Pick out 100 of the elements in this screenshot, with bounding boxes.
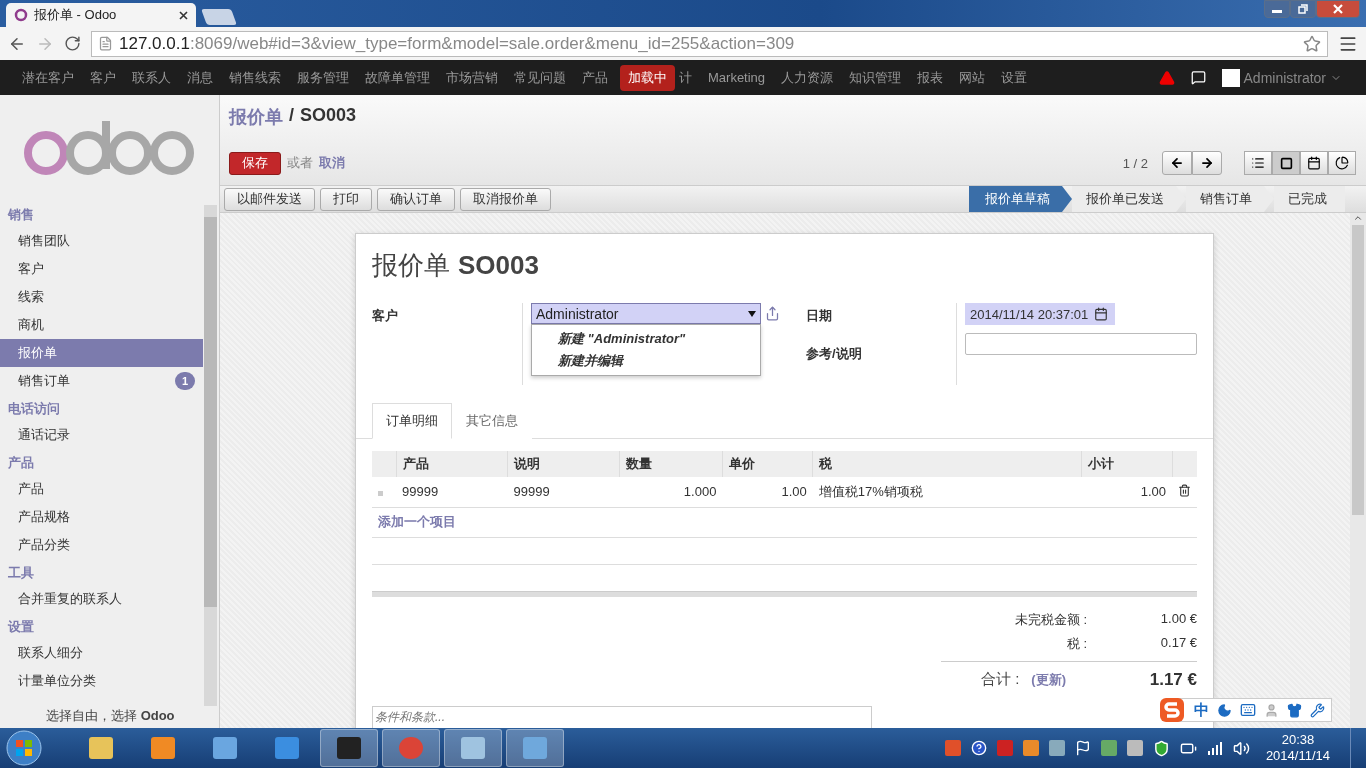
input-mode[interactable]: 中: [1194, 700, 1209, 720]
calendar-icon[interactable]: [1094, 307, 1109, 321]
menu-item[interactable]: 市场营销: [438, 68, 506, 87]
menu-item[interactable]: 产品: [574, 68, 616, 87]
keyboard-icon[interactable]: [1240, 702, 1256, 718]
form-icon: [1279, 156, 1293, 170]
scrollbar[interactable]: [1350, 213, 1366, 728]
menu-item[interactable]: 故障单管理: [357, 68, 438, 87]
sidebar-item[interactable]: 客户: [0, 255, 203, 283]
reload-icon[interactable]: [64, 35, 81, 52]
signal-icon[interactable]: [1206, 741, 1223, 755]
maximize-button[interactable]: [1290, 0, 1316, 18]
add-item-link[interactable]: 添加一个项目: [378, 514, 456, 529]
shield-icon[interactable]: [1152, 739, 1170, 757]
update-link[interactable]: (更新): [1031, 670, 1066, 689]
sidebar-item[interactable]: 通话记录: [0, 421, 203, 449]
chat-icon[interactable]: [1190, 70, 1206, 85]
tray-icon[interactable]: [1048, 740, 1065, 756]
count-badge: 1: [175, 372, 195, 390]
sidebar-item[interactable]: 报价单: [0, 339, 203, 367]
menu-item[interactable]: 联系人: [124, 68, 179, 87]
menu-item[interactable]: 常见问题: [506, 68, 574, 87]
external-link-icon[interactable]: [765, 306, 780, 321]
sidebar-item[interactable]: 商机: [0, 311, 203, 339]
app-icon: [335, 734, 363, 762]
reference-field[interactable]: [965, 333, 1197, 355]
menu-item[interactable]: 报表: [909, 68, 952, 87]
status-step[interactable]: 销售订单: [1186, 186, 1274, 212]
menu-item[interactable]: 消息: [179, 68, 221, 87]
shirt-icon[interactable]: [1287, 702, 1302, 718]
table-cell: 1.00: [1081, 477, 1172, 507]
sidebar-item[interactable]: 合并重复的联系人: [0, 585, 203, 613]
user-menu[interactable]: Administrator: [1221, 68, 1342, 87]
dropdown-item[interactable]: 新建并编辑: [532, 350, 760, 372]
settings-icon[interactable]: [1310, 702, 1325, 718]
menu-item[interactable]: 销售线索: [221, 68, 289, 87]
notes-field[interactable]: 条件和条款...: [372, 705, 872, 728]
delete-icon[interactable]: [1178, 483, 1191, 497]
breadcrumb-link[interactable]: 报价单: [229, 105, 283, 129]
sidebar-item[interactable]: 产品分类: [0, 531, 203, 559]
tray-icon[interactable]: [1100, 740, 1117, 756]
action-button[interactable]: 以邮件发送: [224, 187, 315, 211]
status-step[interactable]: 报价单草稿: [969, 186, 1072, 212]
sidebar-item[interactable]: 产品规格: [0, 503, 203, 531]
sidebar-item[interactable]: 联系人细分: [0, 639, 203, 667]
previous-button[interactable]: [1162, 151, 1192, 175]
menu-item[interactable]: 服务管理: [289, 68, 357, 87]
help-icon[interactable]: [970, 740, 987, 756]
menu-item[interactable]: 潜在客户: [14, 68, 82, 87]
menu-item[interactable]: 设置: [993, 68, 1036, 87]
bookmark-star-icon[interactable]: [1303, 34, 1321, 53]
calendar-view-button[interactable]: [1300, 151, 1328, 175]
menu-item[interactable]: 网站: [951, 68, 994, 87]
sidebar-item[interactable]: 产品: [0, 475, 203, 503]
clock[interactable]: 20:38 2014/11/14: [1265, 732, 1330, 764]
warning-icon[interactable]: [1158, 69, 1175, 86]
dropdown-item[interactable]: 新建 "Administrator": [532, 328, 760, 350]
sidebar-item[interactable]: 销售团队: [0, 227, 203, 255]
sidebar-item[interactable]: 线索: [0, 283, 203, 311]
total-label: 税 :: [1065, 634, 1088, 653]
date-field[interactable]: 2014/11/14 20:37:01: [965, 303, 1115, 325]
volume-icon[interactable]: [1232, 739, 1250, 757]
scroll-up-icon[interactable]: [1353, 213, 1363, 223]
menu-item[interactable]: 知识管理: [841, 68, 910, 87]
start-button[interactable]: [4, 728, 44, 768]
status-step[interactable]: 报价单已发送: [1072, 186, 1186, 212]
minimize-button[interactable]: [1264, 0, 1290, 18]
graph-view-button[interactable]: [1328, 151, 1356, 175]
close-button[interactable]: [1316, 0, 1360, 18]
menu-item[interactable]: Marketing: [700, 70, 774, 85]
table-cell: 99999: [507, 477, 620, 507]
tab[interactable]: 订单明细: [372, 403, 452, 439]
close-icon[interactable]: [179, 10, 188, 20]
table-cell: 1.00: [722, 477, 813, 507]
action-button[interactable]: 打印: [320, 187, 372, 211]
menu-item[interactable]: 客户: [82, 68, 124, 87]
table-cell: 1.000: [619, 477, 723, 507]
section-title: 设置: [7, 618, 35, 636]
action-button[interactable]: 取消报价单: [460, 187, 551, 211]
new-tab-button[interactable]: [201, 9, 237, 25]
taskbar-app[interactable]: [320, 729, 378, 767]
sidebar-item[interactable]: 销售订单 1: [0, 367, 203, 395]
save-button[interactable]: 保存: [229, 151, 281, 175]
menu-item[interactable]: 人力资源: [773, 68, 842, 87]
form-view-button[interactable]: [1272, 151, 1300, 175]
address-bar[interactable]: 127.0.0.1:8069/web#id=3&view_type=form&model=sale.order&menu_id=255&action=309: [91, 30, 1328, 57]
flag-icon[interactable]: [1074, 740, 1091, 756]
browser-tab[interactable]: 报价单 - Odoo: [6, 3, 196, 27]
tray-icon[interactable]: [1126, 740, 1143, 756]
pie-chart-icon: [1335, 156, 1349, 170]
section-title: 销售: [6, 206, 35, 224]
list-view-button[interactable]: [1244, 151, 1272, 175]
tray-icon[interactable]: [1022, 740, 1039, 756]
sidebar-item[interactable]: 计量单位分类: [0, 667, 203, 695]
status-step[interactable]: 已完成: [1274, 186, 1345, 212]
scrollbar[interactable]: [204, 205, 217, 706]
customer-select[interactable]: Administrator: [531, 303, 761, 324]
next-button[interactable]: [1192, 151, 1222, 175]
moon-icon[interactable]: [1217, 702, 1232, 718]
action-button[interactable]: 确认订单: [377, 187, 455, 211]
